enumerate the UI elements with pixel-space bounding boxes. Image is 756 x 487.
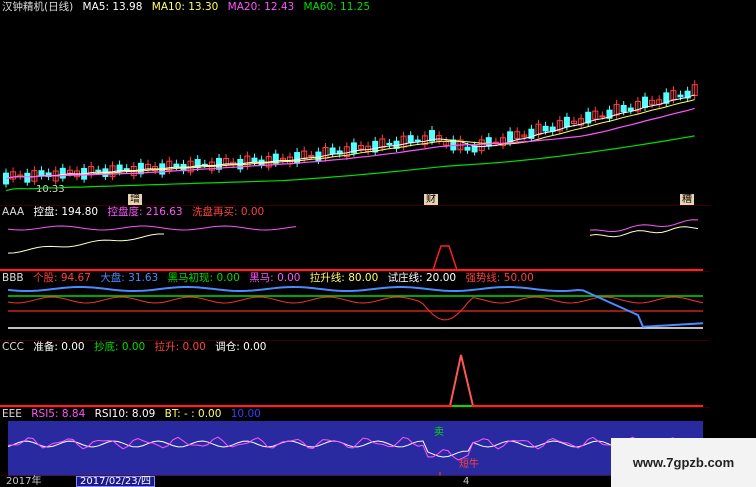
- aaa-xipan: 洗盘再买: 0.00: [191, 206, 265, 218]
- down-candle: [642, 96, 648, 108]
- eee-short-label: 短牛: [459, 459, 479, 470]
- aaa-kongpan-line: [7, 233, 165, 254]
- down-candle: [485, 137, 492, 147]
- aaa-kongpandu: 控盘度: 216.63: [107, 206, 183, 218]
- down-candle: [59, 167, 66, 179]
- down-candle: [563, 116, 570, 128]
- aaa-kongpandu-line: [589, 219, 699, 233]
- eee-bt: BT: - : 0.00: [164, 408, 222, 420]
- ccc-chaodi: 抄底: 0.00: [93, 341, 146, 353]
- bbb-dapan-line: [7, 286, 704, 328]
- down-candle: [24, 172, 31, 183]
- down-candle: [137, 162, 144, 175]
- ma5-line: [5, 94, 695, 180]
- eee-sell-label: 卖: [434, 427, 444, 438]
- down-candle: [329, 147, 336, 155]
- bbb-lasheng: 拉升线: 80.00: [309, 272, 379, 284]
- bbb-heima-chu: 黑马初现: 0.00: [167, 272, 240, 284]
- down-candle: [414, 139, 421, 142]
- down-candle: [95, 169, 102, 172]
- up-candle: [599, 115, 606, 118]
- bbb-header: BBB 个股: 94.67 大盘: 31.63 黑马初现: 0.00 黑马: 0…: [2, 272, 540, 285]
- eee-name: EEE: [2, 408, 22, 420]
- eee-header: EEE RSI5: 8.84 RSI10: 8.09 BT: - : 0.00 …: [2, 408, 267, 421]
- bbb-name: BBB: [2, 272, 24, 284]
- down-candle: [294, 152, 301, 164]
- ccc-name: CCC: [2, 341, 24, 353]
- ccc-lasheng: 拉升: 0.00: [154, 341, 206, 353]
- cursor-date: 2017/02/23/四: [76, 476, 156, 487]
- down-candle: [173, 163, 180, 168]
- aaa-kongpan: 控盘: 194.80: [33, 206, 99, 218]
- eee-rsi5: RSI5: 8.84: [31, 408, 86, 420]
- eee-extra: 10.00: [230, 408, 261, 420]
- down-candle: [627, 107, 634, 112]
- ccc-header: CCC 准备: 0.00 抄底: 0.00 拉升: 0.00 调仓: 0.00: [2, 341, 273, 354]
- aaa-kongpan-line: [589, 226, 699, 238]
- ma60-line: [5, 135, 695, 192]
- eee-rsi-band: [611, 421, 703, 438]
- ccc-tiaocang: 调仓: 0.00: [215, 341, 267, 353]
- date-bar[interactable]: 2017年 2017/02/23/四 4: [0, 476, 611, 487]
- aaa-header: AAA 控盘: 194.80 控盘度: 216.63 洗盘再买: 0.00: [2, 206, 270, 219]
- ccc-zhunbei: 准备: 0.00: [33, 341, 85, 353]
- down-candle: [620, 105, 627, 113]
- down-candle: [471, 145, 478, 153]
- down-candle: [464, 146, 471, 151]
- cursor-index: 4: [463, 476, 470, 487]
- eee-rsi10: RSI10: 8.09: [94, 408, 156, 420]
- bbb-heima: 黑马: 0.00: [249, 272, 301, 284]
- bbb-qiangshi: 强势线: 50.00: [465, 272, 534, 284]
- down-candle: [677, 94, 684, 98]
- bbb-gegu-line: [7, 296, 704, 321]
- down-candle: [542, 125, 549, 132]
- ma10-line: [5, 99, 695, 180]
- bbb-gegu: 个股: 94.67: [32, 272, 91, 284]
- aaa-kongpandu-line: [7, 225, 297, 231]
- down-candle: [386, 142, 393, 146]
- aaa-signal-peak: [432, 245, 458, 271]
- year-label: 2017年: [6, 476, 42, 487]
- eee-rsi-band: [8, 421, 611, 476]
- up-candle: [308, 155, 315, 158]
- watermark: www.7gpzb.com: [611, 438, 756, 487]
- down-candle: [407, 135, 414, 144]
- ccc-lasheng-signal: [449, 354, 474, 407]
- ma20-line: [5, 107, 695, 180]
- bbb-dapan: 大盘: 31.63: [100, 272, 159, 284]
- bbb-shizhuang: 试庄线: 20.00: [387, 272, 457, 284]
- aaa-name: AAA: [2, 206, 25, 218]
